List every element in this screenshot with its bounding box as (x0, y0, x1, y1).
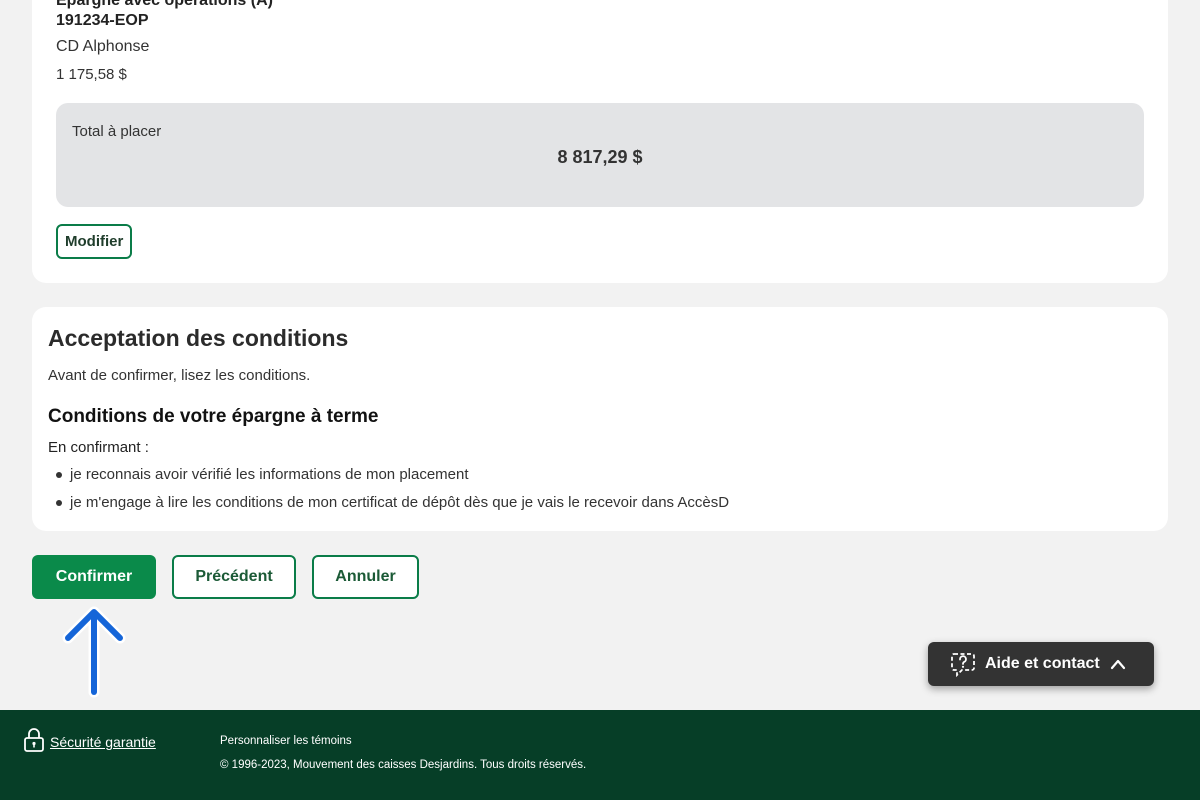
cancel-button[interactable]: Annuler (312, 555, 419, 599)
account-holder: CD Alphonse (56, 38, 150, 55)
placement-summary-card: Épargne avec opérations (A) 191234-EOP C… (32, 0, 1168, 283)
condition-text: je m'engage à lire les conditions de mon… (70, 494, 730, 511)
previous-button[interactable]: Précédent (172, 555, 296, 599)
help-contact-label: Aide et contact (985, 655, 1100, 672)
confirm-button[interactable]: Confirmer (32, 555, 156, 599)
modify-button[interactable]: Modifier (56, 224, 133, 259)
total-box: Total à placer 8 817,29 $ (56, 103, 1144, 207)
condition-item: je reconnais avoir vérifié les informati… (56, 465, 729, 493)
lock-icon (23, 727, 45, 758)
arrow-up-icon (62, 606, 126, 698)
copyright-text: © 1996-2023, Mouvement des caisses Desja… (220, 759, 587, 771)
security-link[interactable]: Sécurité garantie (50, 734, 156, 750)
chevron-up-icon (1109, 655, 1127, 678)
bullet-icon (56, 472, 62, 478)
conditions-card: Acceptation des conditions Avant de conf… (32, 307, 1168, 531)
conditions-lead: En confirmant : (48, 439, 149, 456)
conditions-subtitle: Conditions de votre épargne à terme (48, 406, 379, 427)
condition-item: je m'engage à lire les conditions de mon… (56, 493, 729, 521)
total-label: Total à placer (72, 123, 162, 140)
footer: Sécurité garantie Personnaliser les témo… (0, 710, 1200, 800)
help-chat-icon (950, 651, 976, 682)
account-amount: 1 175,58 $ (56, 66, 127, 83)
condition-text: je reconnais avoir vérifié les informati… (70, 466, 469, 483)
conditions-intro: Avant de confirmer, lisez les conditions… (48, 367, 311, 384)
help-contact-button[interactable]: Aide et contact (928, 642, 1154, 686)
account-name: Épargne avec opérations (A) (56, 0, 273, 9)
total-value: 8 817,29 $ (557, 147, 643, 167)
account-number: 191234-EOP (56, 12, 149, 29)
conditions-list: je reconnais avoir vérifié les informati… (56, 465, 729, 521)
cookies-link[interactable]: Personnaliser les témoins (220, 735, 352, 747)
conditions-title: Acceptation des conditions (48, 325, 349, 351)
bullet-icon (56, 500, 62, 506)
